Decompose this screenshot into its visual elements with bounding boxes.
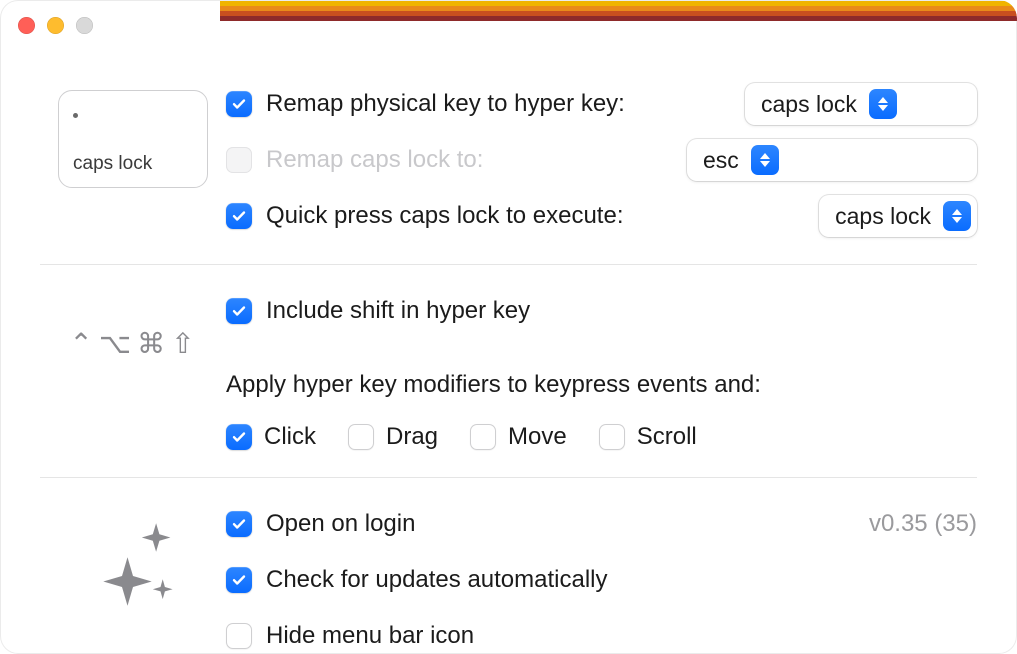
section-misc: Open on login v0.35 (35) Check for updat… xyxy=(40,478,977,654)
apply-move-label: Move xyxy=(508,423,567,451)
apply-click-checkbox[interactable] xyxy=(226,424,252,450)
check-updates-checkbox[interactable] xyxy=(226,567,252,593)
key-led-indicator-icon xyxy=(73,113,78,118)
apply-modifiers-options: Click Drag Move Scroll xyxy=(226,423,977,451)
checkmark-icon xyxy=(231,303,247,319)
remap-capslock-select-value: esc xyxy=(703,147,739,174)
apply-scroll-label: Scroll xyxy=(637,423,697,451)
section-modifiers: ⌃⌥⌘⇧ Include shift in hyper key Apply hy… xyxy=(40,265,977,478)
hide-menubar-checkbox[interactable] xyxy=(226,623,252,649)
include-shift-checkbox[interactable] xyxy=(226,298,252,324)
preferences-window: caps lock Remap physical key to hyper ke… xyxy=(0,0,1017,654)
version-label: v0.35 (35) xyxy=(869,510,977,538)
apply-drag-checkbox[interactable] xyxy=(348,424,374,450)
remap-physical-label: Remap physical key to hyper key: xyxy=(266,90,625,118)
modifier-glyphs-icon: ⌃⌥⌘⇧ xyxy=(69,297,196,360)
quick-press-label: Quick press caps lock to execute: xyxy=(266,202,624,230)
open-on-login-label: Open on login xyxy=(266,510,415,538)
checkmark-icon xyxy=(231,96,247,112)
sparkles-icon xyxy=(78,510,188,620)
remap-capslock-label: Remap caps lock to: xyxy=(266,146,483,174)
remap-physical-select[interactable]: caps lock xyxy=(745,83,977,125)
remap-physical-select-value: caps lock xyxy=(761,91,857,118)
close-window-button[interactable] xyxy=(18,17,35,34)
apply-click-label: Click xyxy=(264,423,316,451)
remap-capslock-select[interactable]: esc xyxy=(687,139,977,181)
section-remap: caps lock Remap physical key to hyper ke… xyxy=(40,58,977,265)
quick-press-select[interactable]: caps lock xyxy=(819,195,977,237)
check-updates-label: Check for updates automatically xyxy=(266,566,608,594)
minimize-window-button[interactable] xyxy=(47,17,64,34)
checkmark-icon xyxy=(231,208,247,224)
key-preview-tile: caps lock xyxy=(58,90,208,188)
apply-scroll-checkbox[interactable] xyxy=(599,424,625,450)
key-preview-label: caps lock xyxy=(73,153,152,175)
zoom-window-button[interactable] xyxy=(76,17,93,34)
select-stepper-icon xyxy=(943,201,971,231)
include-shift-label: Include shift in hyper key xyxy=(266,297,530,325)
open-on-login-checkbox[interactable] xyxy=(226,511,252,537)
select-stepper-icon xyxy=(751,145,779,175)
select-stepper-icon xyxy=(869,89,897,119)
apply-move-checkbox[interactable] xyxy=(470,424,496,450)
checkmark-icon xyxy=(231,516,247,532)
hide-menubar-label: Hide menu bar icon xyxy=(266,622,474,650)
apply-modifiers-label: Apply hyper key modifiers to keypress ev… xyxy=(226,371,761,399)
checkmark-icon xyxy=(231,429,247,445)
quick-press-checkbox[interactable] xyxy=(226,203,252,229)
remap-capslock-checkbox xyxy=(226,147,252,173)
remap-physical-checkbox[interactable] xyxy=(226,91,252,117)
window-controls xyxy=(18,17,93,34)
titlebar xyxy=(0,0,1017,50)
quick-press-select-value: caps lock xyxy=(835,203,931,230)
apply-drag-label: Drag xyxy=(386,423,438,451)
decorative-stripes xyxy=(220,0,1017,24)
checkmark-icon xyxy=(231,572,247,588)
